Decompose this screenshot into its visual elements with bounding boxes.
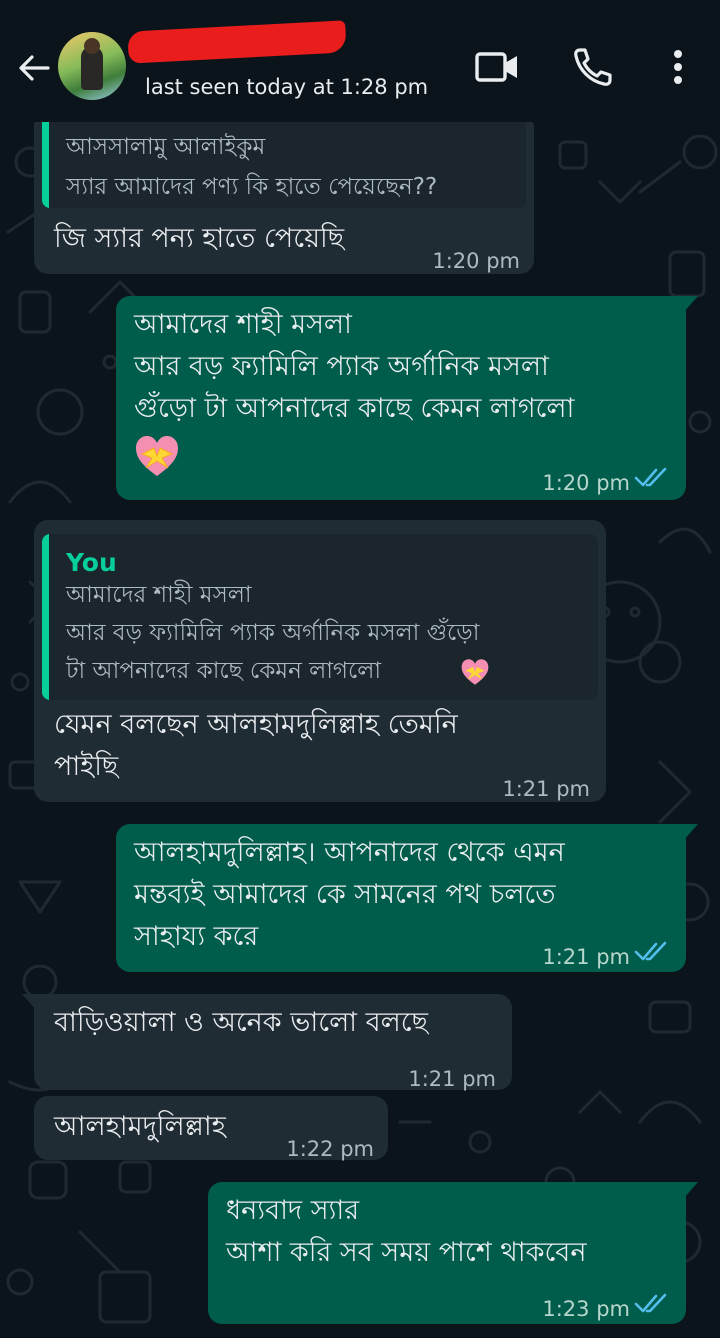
outgoing-message[interactable]: আলহামদুলিল্লাহ। আপনাদের থেকে এমন মন্তব্য…	[116, 824, 698, 972]
message-text: যেমন বলছেন আলহামদুলিল্লাহ তেমনি পাইছি	[54, 709, 458, 782]
message-text: আলহামদুলিল্লাহ	[54, 1111, 226, 1142]
read-receipt-icon	[634, 1293, 667, 1313]
voice-call-icon[interactable]	[572, 46, 614, 88]
outgoing-message[interactable]: আমাদের শাহী মসলা আর বড় ফ্যামিলি প্যাক অ…	[116, 296, 698, 500]
message-text: বাড়িওয়ালা ও অনেক ভালো বলছে	[54, 1007, 428, 1038]
avatar[interactable]	[58, 32, 126, 100]
message-time: 1:22 pm	[286, 1137, 374, 1161]
incoming-message[interactable]: আসসালামু আলাইকুম স্যার আমাদের পণ্য কি হা…	[34, 114, 534, 274]
message-text: আমাদের শাহী মসলা আর বড় ফ্যামিলি প্যাক অ…	[134, 309, 575, 424]
message-text: ধন্যবাদ স্যার আশা করি সব সময় পাশে থাকবে…	[226, 1195, 587, 1268]
message-time: 1:20 pm	[542, 471, 630, 495]
more-options-icon[interactable]	[668, 48, 688, 86]
quoted-message[interactable]: You আমাদের শাহী মসলা আর বড় ফ্যামিলি প্য…	[42, 534, 598, 700]
heart-with-ribbon-icon	[461, 659, 489, 685]
video-call-icon[interactable]	[474, 48, 520, 86]
quoted-message[interactable]: আসসালামু আলাইকুম স্যার আমাদের পণ্য কি হা…	[42, 114, 526, 208]
quoted-text: স্যার আমাদের পণ্য কি হাতে পেয়েছেন??	[66, 174, 438, 200]
incoming-message[interactable]: You আমাদের শাহী মসলা আর বড় ফ্যামিলি প্য…	[34, 520, 606, 802]
heart-with-ribbon-icon	[136, 436, 178, 476]
message-time: 1:20 pm	[432, 249, 520, 273]
back-arrow-icon[interactable]	[14, 48, 54, 88]
read-receipt-icon	[634, 941, 667, 961]
message-time: 1:23 pm	[542, 1297, 630, 1321]
message-time: 1:21 pm	[542, 945, 630, 969]
message-time: 1:21 pm	[502, 777, 590, 801]
message-time: 1:21 pm	[408, 1067, 496, 1091]
incoming-message[interactable]: বাড়িওয়ালা ও অনেক ভালো বলছে 1:21 pm	[22, 994, 512, 1091]
contact-name-redaction[interactable]	[127, 20, 347, 64]
message-text: জি স্যার পন্য হাতে পেয়েছি	[54, 223, 345, 254]
message-text: আলহামদুলিল্লাহ। আপনাদের থেকে এমন মন্তব্য…	[134, 837, 565, 952]
incoming-message[interactable]: আলহামদুলিল্লাহ 1:22 pm	[34, 1096, 388, 1161]
outgoing-message[interactable]: ধন্যবাদ স্যার আশা করি সব সময় পাশে থাকবে…	[208, 1182, 698, 1324]
read-receipt-icon	[634, 467, 667, 487]
quoted-text: আমাদের শাহী মসলা আর বড় ফ্যামিলি প্যাক অ…	[66, 582, 480, 684]
chat-header: last seen today at 1:28 pm	[0, 0, 720, 122]
quoted-text: আসসালামু আলাইকুম	[66, 134, 266, 160]
last-seen-status: last seen today at 1:28 pm	[145, 75, 429, 99]
